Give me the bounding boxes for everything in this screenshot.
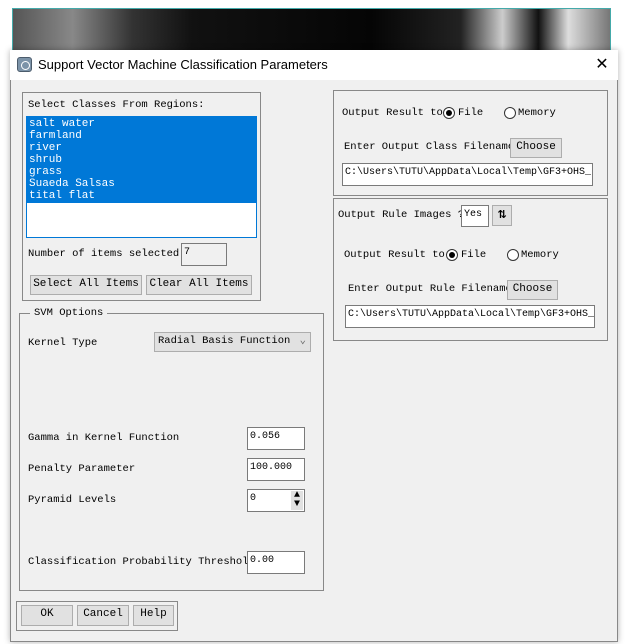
ok-button[interactable]: OK <box>21 605 73 626</box>
app-icon <box>17 57 32 72</box>
list-item[interactable]: shrub <box>29 154 62 166</box>
pyramid-stepper[interactable]: ▲ ▼ <box>291 491 303 510</box>
background-image <box>12 8 611 52</box>
svm-options-legend: SVM Options <box>30 307 108 319</box>
list-item[interactable]: grass <box>29 166 62 178</box>
threshold-label: Classification Probability Threshold <box>28 556 255 568</box>
chevron-down-icon: ⌄ <box>299 335 306 347</box>
memory-radio[interactable] <box>504 107 516 119</box>
penalty-input[interactable]: 100.000 <box>247 458 305 481</box>
gamma-input[interactable]: 0.056 <box>247 427 305 450</box>
toggle-arrows-icon[interactable]: ⇅ <box>492 205 512 226</box>
count-field: 7 <box>181 243 227 266</box>
kernel-type-select[interactable]: Radial Basis Function ⌄ <box>154 332 311 352</box>
classes-list[interactable]: salt water farmland river shrub grass Su… <box>26 116 257 238</box>
count-label: Number of items selected: <box>28 248 186 260</box>
list-item[interactable]: tital flat <box>29 190 95 202</box>
choose-class-file-button[interactable]: Choose <box>510 138 562 158</box>
rule-file-radio[interactable] <box>446 249 458 261</box>
dialog-title: Support Vector Machine Classification Pa… <box>38 57 328 72</box>
classes-label: Select Classes From Regions: <box>28 99 205 111</box>
select-all-button[interactable]: Select All Items <box>30 275 142 295</box>
kernel-type-value: Radial Basis Function <box>158 335 291 347</box>
pyramid-label: Pyramid Levels <box>28 494 117 506</box>
rule-output-result-label: Output Result to <box>344 249 445 261</box>
file-radio[interactable] <box>443 107 455 119</box>
kernel-type-label: Kernel Type <box>28 337 98 349</box>
class-filename-input[interactable]: C:\Users\TUTU\AppData\Local\Temp\GF3+OHS… <box>342 163 593 186</box>
threshold-input[interactable]: 0.00 <box>247 551 305 574</box>
rule-file-radio-label: File <box>461 249 487 261</box>
list-item[interactable]: river <box>29 142 62 154</box>
file-radio-label: File <box>458 107 484 119</box>
list-item[interactable]: farmland <box>29 130 82 142</box>
svm-options-group <box>19 313 324 591</box>
rule-filename-label: Enter Output Rule Filename <box>348 283 512 295</box>
clear-all-button[interactable]: Clear All Items <box>146 275 252 295</box>
gamma-label: Gamma in Kernel Function <box>28 432 180 444</box>
cancel-button[interactable]: Cancel <box>77 605 129 626</box>
choose-rule-file-button[interactable]: Choose <box>507 280 558 300</box>
list-item[interactable]: Suaeda Salsas <box>29 178 115 190</box>
memory-radio-label: Memory <box>518 107 556 119</box>
rule-images-value[interactable]: Yes <box>461 205 489 227</box>
class-filename-label: Enter Output Class Filename <box>344 141 515 153</box>
penalty-label: Penalty Parameter <box>28 463 136 475</box>
list-item[interactable]: salt water <box>29 118 95 130</box>
rule-filename-input[interactable]: C:\Users\TUTU\AppData\Local\Temp\GF3+OHS… <box>345 305 595 328</box>
rule-memory-radio-label: Memory <box>521 249 559 261</box>
rule-images-label: Output Rule Images ? <box>338 209 465 221</box>
output-result-label: Output Result to <box>342 107 443 119</box>
rule-memory-radio[interactable] <box>507 249 519 261</box>
close-icon[interactable]: ✕ <box>594 54 610 73</box>
help-button[interactable]: Help <box>133 605 174 626</box>
